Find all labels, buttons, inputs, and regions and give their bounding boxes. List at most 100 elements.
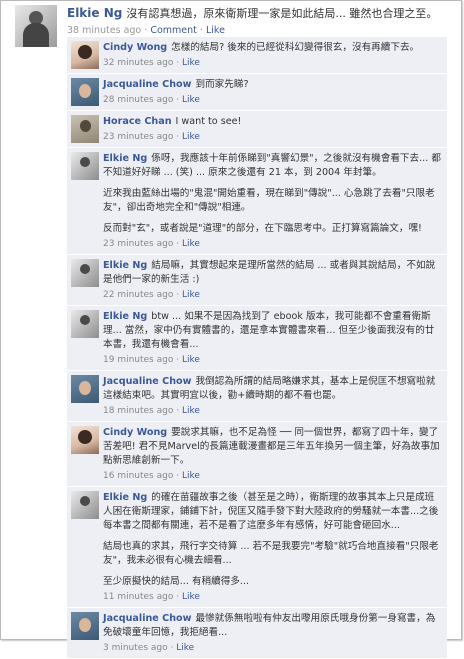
comment-paragraph: Jacqualine Chow 我倒認為所謂的結局略嫌求其，基本上是倪匡不想寫啦就… xyxy=(103,375,441,403)
comment-text: Jacqualine Chow 最慘就係無啦啦有仲友出嚟用原氏哦身份第一身寫書，為… xyxy=(103,612,441,640)
meta-separator: · xyxy=(144,25,148,36)
comment-meta: 11 minutes ago · Like xyxy=(103,591,441,603)
meta-separator: · xyxy=(176,355,180,365)
comment-author-link[interactable]: Cindy Wong xyxy=(103,427,167,438)
comment-like-link[interactable]: Like xyxy=(182,239,200,249)
meta-separator: · xyxy=(176,290,180,300)
post-timestamp[interactable]: 38 minutes ago xyxy=(67,25,141,36)
comment-paragraph: Jacqualine Chow 到而家先睇? xyxy=(103,78,441,92)
comment-timestamp[interactable]: 18 minutes ago xyxy=(103,406,173,416)
comment-like-link[interactable]: Like xyxy=(182,592,200,602)
comment-text: Jacqualine Chow 到而家先睇? xyxy=(103,78,441,92)
comment-paragraph: Elkie Ng 結局嘛，其實想起來是理所當然的結局 ... 或者與其說結局，不如… xyxy=(103,259,441,287)
comment-avatar[interactable] xyxy=(71,115,99,143)
comment-item: Jacqualine Chow 我倒認為所謂的結局略嫌求其，基本上是倪匡不想寫啦就… xyxy=(67,371,447,422)
comment-meta: 28 minutes ago · Like xyxy=(103,94,441,106)
comment-author-link[interactable]: Elkie Ng xyxy=(103,311,147,322)
comment-like-link[interactable]: Like xyxy=(182,471,200,481)
comment-paragraph: Elkie Ng 的確在苗疆故事之後（甚至是之時），衛斯理的故事其本上只是成班人困… xyxy=(103,491,441,533)
comment-timestamp[interactable]: 23 minutes ago xyxy=(103,132,173,142)
comment-author-link[interactable]: Jacqualine Chow xyxy=(103,79,191,90)
comment-paragraph: 結局也真的求其，飛行字交待算 ... 若不是我要完"考驗"就巧合地直接看"只限老… xyxy=(103,540,441,568)
comment-avatar[interactable] xyxy=(71,426,99,454)
comment-message: 近來我由藍絲出場的"鬼混"開始重看，現在睇到"傳說"... 心急跳了去看"只限老… xyxy=(103,188,435,213)
post-body: Elkie Ng 沒有認真想過，原來衛斯理一家是如此結局... 雖然也合理之至。 … xyxy=(67,5,457,38)
comment-paragraph: Jacqualine Chow 最慘就係無啦啦有仲友出嚟用原氏哦身份第一身寫書，為… xyxy=(103,612,441,640)
comment-timestamp[interactable]: 23 minutes ago xyxy=(103,239,173,249)
meta-separator: · xyxy=(199,25,203,36)
comment-paragraph: Horace Chan I want to see! xyxy=(103,115,441,129)
comment-item: Horace Chan I want to see! 23 minutes ago … xyxy=(67,111,447,148)
comment-paragraph: 近來我由藍絲出場的"鬼混"開始重看，現在睇到"傳說"... 心急跳了去看"只限老… xyxy=(103,187,441,215)
comment-message: 結局嘛，其實想起來是理所當然的結局 ... 或者與其說結局，不如說是他們一家的新… xyxy=(103,260,436,285)
comment-text: Elkie Ng 係呀，我應該十年前係睇到"真響幻景"，之後就沒有機會看下去...… xyxy=(103,152,441,236)
comment-author-link[interactable]: Horace Chan xyxy=(103,116,172,127)
meta-separator: · xyxy=(176,592,180,602)
comment-item: Elkie Ng 的確在苗疆故事之後（甚至是之時），衛斯理的故事其本上只是成班人困… xyxy=(67,487,447,608)
post-avatar[interactable] xyxy=(15,5,57,47)
post-author-link[interactable]: Elkie Ng xyxy=(67,6,122,20)
comment-text: Jacqualine Chow 我倒認為所謂的結局略嫌求其，基本上是倪匡不想寫啦就… xyxy=(103,375,441,403)
comment-message: 至少原擬快的結局... 有稍續得多... xyxy=(103,576,250,587)
comment-avatar[interactable] xyxy=(71,78,99,106)
comment-item: Cindy Wong 要說求其嘛，也不足為怪 ── 同一個世界，都寫了四十年，變了… xyxy=(67,422,447,487)
comment-author-link[interactable]: Elkie Ng xyxy=(103,492,147,503)
comment-message: 係呀，我應該十年前係睇到"真響幻景"，之後就沒有機會看下去... 都不知道好好睇… xyxy=(103,153,441,178)
comment-paragraph: 反而對"玄"，或者說是"道理"的部分，在下臨思考中。正打算寫篇論文，嘿! xyxy=(103,222,441,236)
comment-like-link[interactable]: Like xyxy=(182,95,200,105)
comment-message: btw ... 如果不是因為找到了 ebook 版本，我可能都不會重看衛斯理..… xyxy=(103,311,435,350)
comment-paragraph: Cindy Wong 要說求其嘛，也不足為怪 ── 同一個世界，都寫了四十年，變了… xyxy=(103,426,441,468)
comment-text: Cindy Wong 怎樣的結局? 後來的已經從科幻變得很玄，沒有再續下去。 xyxy=(103,41,441,55)
comment-text: Elkie Ng 結局嘛，其實想起來是理所當然的結局 ... 或者與其說結局，不如… xyxy=(103,259,441,287)
comment-avatar[interactable] xyxy=(71,612,99,640)
comment-timestamp[interactable]: 28 minutes ago xyxy=(103,95,173,105)
post-text: Elkie Ng 沒有認真想過，原來衛斯理一家是如此結局... 雖然也合理之至。 xyxy=(67,5,457,22)
comment-text: Elkie Ng 的確在苗疆故事之後（甚至是之時），衛斯理的故事其本上只是成班人困… xyxy=(103,491,441,589)
comment-author-link[interactable]: Elkie Ng xyxy=(103,260,147,271)
screenshot-frame: Elkie Ng 沒有認真想過，原來衛斯理一家是如此結局... 雖然也合理之至。 … xyxy=(0,0,462,659)
comment-avatar[interactable] xyxy=(71,41,99,69)
comment-avatar[interactable] xyxy=(71,259,99,287)
comment-meta: 32 minutes ago · Like xyxy=(103,57,441,69)
comment-timestamp[interactable]: 22 minutes ago xyxy=(103,290,173,300)
comment-like-link[interactable]: Like xyxy=(176,643,194,653)
comment-message: I want to see! xyxy=(175,116,242,127)
comment-like-link[interactable]: Like xyxy=(182,290,200,300)
comment-author-link[interactable]: Cindy Wong xyxy=(103,42,167,53)
comment-author-link[interactable]: Jacqualine Chow xyxy=(103,613,191,624)
meta-separator: · xyxy=(170,643,174,653)
comment-like-link[interactable]: Like xyxy=(182,406,200,416)
comment-avatar[interactable] xyxy=(71,310,99,338)
comment-author-link[interactable]: Elkie Ng xyxy=(103,153,147,164)
comment-avatar[interactable] xyxy=(71,152,99,180)
comment-timestamp[interactable]: 11 minutes ago xyxy=(103,592,173,602)
post-like-link[interactable]: Like xyxy=(206,25,225,36)
comment-message: 結局也真的求其，飛行字交待算 ... 若不是我要完"考驗"就巧合地直接看"只限老… xyxy=(103,541,439,566)
comment-like-link[interactable]: Like xyxy=(182,355,200,365)
comment-message: 到而家先睇? xyxy=(195,79,249,90)
comment-avatar[interactable] xyxy=(71,491,99,519)
comment-link[interactable]: Comment xyxy=(150,25,197,36)
comment-meta: 19 minutes ago · Like xyxy=(103,354,441,366)
meta-separator: · xyxy=(176,95,180,105)
meta-separator: · xyxy=(176,58,180,68)
comment-timestamp[interactable]: 16 minutes ago xyxy=(103,471,173,481)
comment-like-link[interactable]: Like xyxy=(182,58,200,68)
comment-meta: 23 minutes ago · Like xyxy=(103,238,441,250)
comment-timestamp[interactable]: 32 minutes ago xyxy=(103,58,173,68)
comment-timestamp[interactable]: 19 minutes ago xyxy=(103,355,173,365)
comment-message: 的確在苗疆故事之後（甚至是之時），衛斯理的故事其本上只是成班人困在衛斯理家，鋪鋪… xyxy=(103,492,439,531)
comment-item: Elkie Ng 結局嘛，其實想起來是理所當然的結局 ... 或者與其說結局，不如… xyxy=(67,255,447,306)
comment-item: Elkie Ng btw ... 如果不是因為找到了 ebook 版本，我可能都不… xyxy=(67,306,447,371)
comment-avatar[interactable] xyxy=(71,375,99,403)
comment-like-link[interactable]: Like xyxy=(182,132,200,142)
meta-separator: · xyxy=(176,471,180,481)
comment-timestamp[interactable]: 3 minutes ago xyxy=(103,643,168,653)
comment-text: Cindy Wong 要說求其嘛，也不足為怪 ── 同一個世界，都寫了四十年，變了… xyxy=(103,426,441,468)
comment-meta: 3 minutes ago · Like xyxy=(103,642,441,654)
comment-paragraph: Cindy Wong 怎樣的結局? 後來的已經從科幻變得很玄，沒有再續下去。 xyxy=(103,41,441,55)
comment-author-link[interactable]: Jacqualine Chow xyxy=(103,376,191,387)
comment-paragraph: Elkie Ng btw ... 如果不是因為找到了 ebook 版本，我可能都不… xyxy=(103,310,441,352)
meta-separator: · xyxy=(176,406,180,416)
comment-message: 怎樣的結局? 後來的已經從科幻變得很玄，沒有再續下去。 xyxy=(171,42,420,53)
